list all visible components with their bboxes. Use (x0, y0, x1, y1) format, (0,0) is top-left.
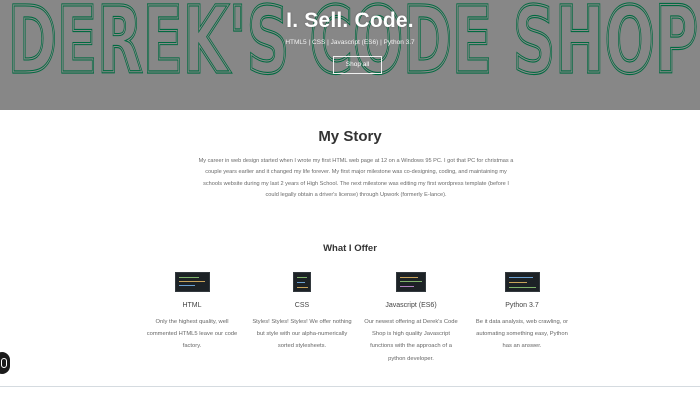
shop-all-button[interactable]: Shop all (333, 56, 382, 74)
story-heading: My Story (318, 128, 382, 145)
offer-name-python: Python 3.7 (505, 302, 539, 309)
chat-widget-icon[interactable] (0, 352, 10, 374)
offer-card-javascript: Javascript (ES6) Our newest offering at … (361, 272, 461, 365)
page: DEREK'S CODE SHOP DEREK'S CODE SHOP I. S… (0, 0, 700, 400)
hero-tagline: HTML5 | CSS | Javascript (ES6) | Python … (285, 39, 415, 46)
hero-title: I. Sell. Code. (286, 9, 414, 32)
javascript-code-thumbnail (396, 272, 426, 292)
html-code-thumbnail (174, 272, 210, 292)
offer-desc-html: Only the highest quality, well commented… (146, 319, 238, 350)
footer-divider (0, 386, 700, 387)
offer-card-css: CSS Styles! Styles! Styles! We offer not… (252, 272, 352, 353)
css-code-thumbnail (293, 272, 311, 292)
story-body: My career in web design started when I w… (198, 158, 514, 199)
hero-content: I. Sell. Code. HTML5 | CSS | Javascript … (0, 0, 700, 110)
hero-section: DEREK'S CODE SHOP DEREK'S CODE SHOP I. S… (0, 0, 700, 110)
offer-desc-python: Be it data analysis, web crawling, or au… (475, 319, 569, 350)
offer-card-python: Python 3.7 Be it data analysis, web craw… (472, 272, 572, 353)
offer-desc-css: Styles! Styles! Styles! We offer nothing… (252, 319, 352, 350)
offer-card-html: HTML Only the highest quality, well comm… (142, 272, 242, 353)
offer-name-javascript: Javascript (ES6) (385, 302, 437, 309)
offer-desc-javascript: Our newest offering at Derek's Code Shop… (364, 319, 458, 362)
python-code-thumbnail (504, 272, 540, 292)
offer-name-html: HTML (182, 302, 202, 309)
offer-heading: What I Offer (323, 243, 377, 254)
offer-name-css: CSS (294, 302, 310, 309)
